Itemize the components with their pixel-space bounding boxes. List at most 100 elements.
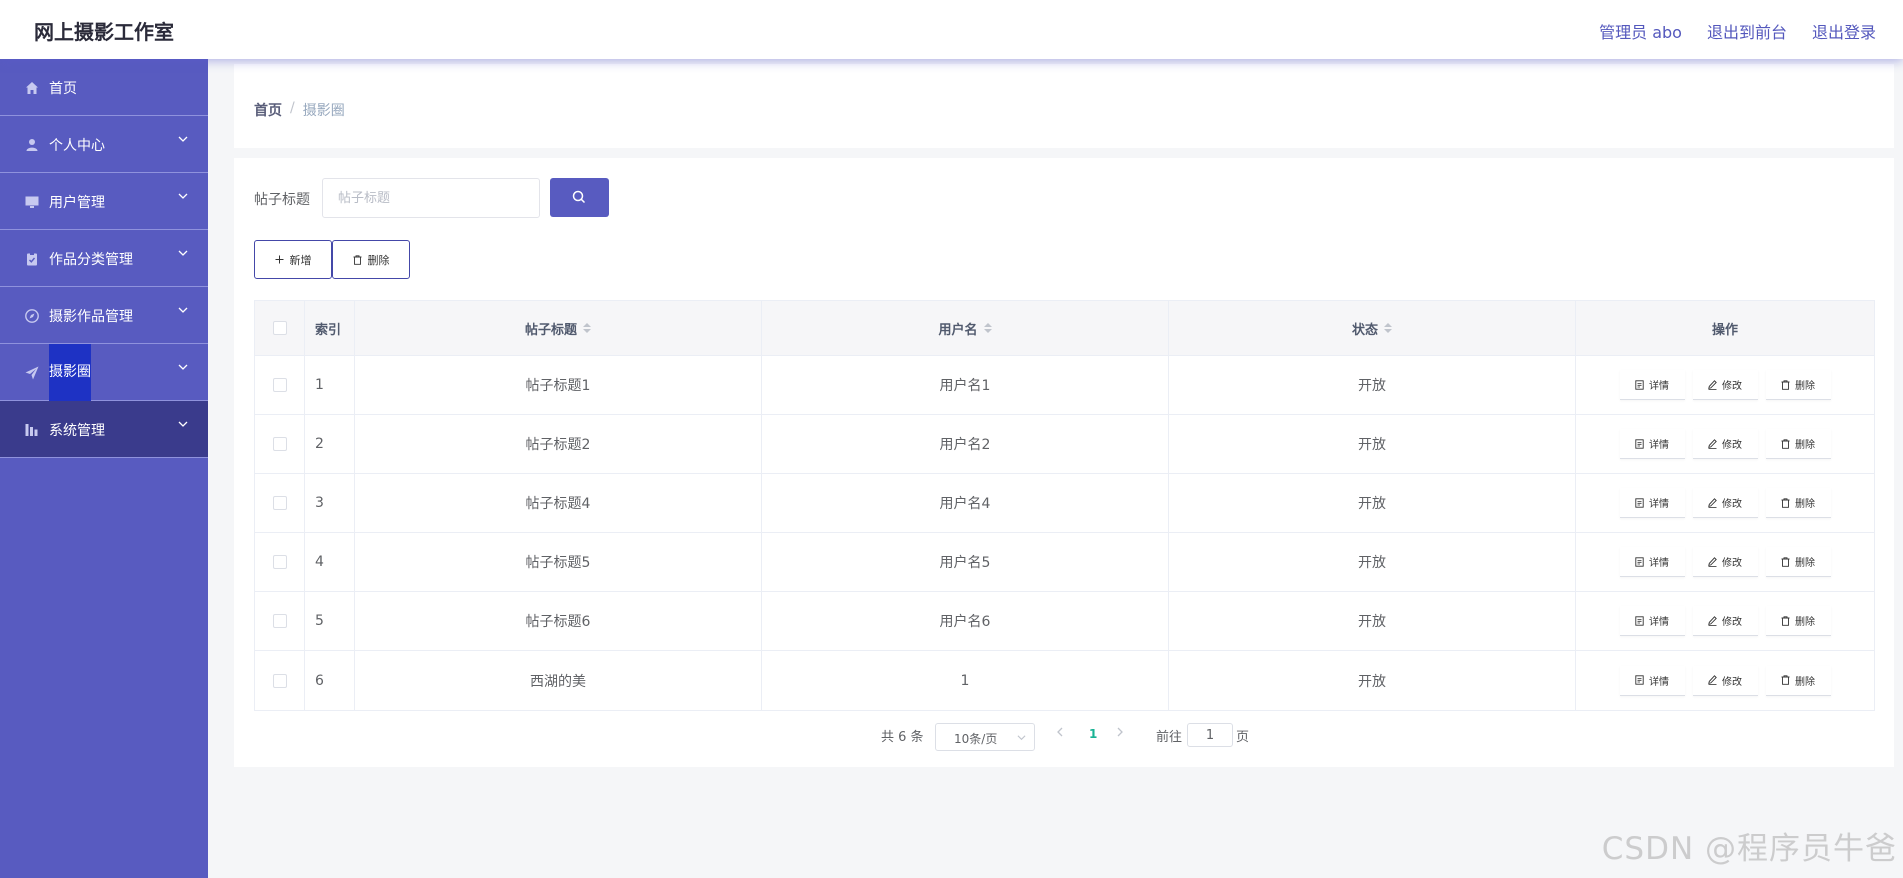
trash-icon <box>1781 497 1790 508</box>
add-button[interactable]: 新增 <box>254 240 332 279</box>
search-input[interactable] <box>322 178 540 218</box>
table-row: 2 帖子标题2 用户名2 开放 详情 修改 删除 <box>255 415 1874 474</box>
pencil-icon <box>1708 438 1717 449</box>
chevron-down-icon <box>178 364 188 370</box>
detail-button[interactable]: 详情 <box>1619 547 1685 577</box>
sidebar-item-photo-circle[interactable]: 摄影圈 <box>0 344 208 401</box>
logout-link[interactable]: 退出登录 <box>1812 19 1876 43</box>
next-page-button[interactable] <box>1116 726 1124 741</box>
cell-status: 开放 <box>1169 415 1576 473</box>
cell-title: 帖子标题6 <box>355 592 762 650</box>
cell-index: 2 <box>305 415 355 473</box>
plus-icon <box>275 255 283 264</box>
document-icon <box>1635 556 1644 567</box>
row-checkbox-cell <box>255 474 305 532</box>
edit-button[interactable]: 修改 <box>1692 547 1758 577</box>
edit-button[interactable]: 修改 <box>1692 488 1758 518</box>
batch-delete-button-label: 删除 <box>367 253 390 267</box>
table-row: 6 西湖的美 1 开放 详情 修改 删除 <box>255 651 1874 710</box>
cell-username: 用户名5 <box>762 533 1169 591</box>
detail-button-label: 详情 <box>1649 676 1669 688</box>
header-status-label: 状态 <box>1351 322 1378 338</box>
home-icon <box>26 82 38 94</box>
header-checkbox-cell <box>255 301 305 355</box>
edit-button[interactable]: 修改 <box>1692 429 1758 459</box>
page-number-current[interactable]: 1 <box>1089 727 1097 741</box>
cell-status: 开放 <box>1169 356 1576 414</box>
header-actions: 操作 <box>1711 322 1738 338</box>
goto-label: 前往 <box>1156 730 1183 745</box>
trash-icon <box>1781 615 1790 626</box>
sort-icon[interactable] <box>983 323 992 333</box>
delete-button[interactable]: 删除 <box>1765 370 1831 400</box>
search-label: 帖子标题 <box>254 192 310 208</box>
header-username[interactable]: 用户名 <box>762 301 1169 355</box>
row-checkbox[interactable] <box>272 673 287 688</box>
exit-to-frontend-link[interactable]: 退出到前台 <box>1707 19 1787 43</box>
detail-button-label: 详情 <box>1649 499 1669 510</box>
detail-button[interactable]: 详情 <box>1619 429 1685 459</box>
app-title: 网上摄影工作室 <box>34 20 174 44</box>
sidebar-item-system-management[interactable]: 系统管理 <box>0 401 208 458</box>
pagination-total: 共 6 条 <box>881 730 924 745</box>
row-checkbox[interactable] <box>272 555 287 569</box>
header-status[interactable]: 状态 <box>1169 301 1576 355</box>
monitor-icon <box>25 196 39 208</box>
sidebar-item-works-management[interactable]: 摄影作品管理 <box>0 287 208 344</box>
table-header-row: 索引 帖子标题 用户名 状态 操作 <box>255 301 1874 356</box>
detail-button[interactable]: 详情 <box>1619 488 1685 518</box>
trash-icon <box>1781 675 1790 685</box>
delete-button-label: 删除 <box>1795 617 1815 628</box>
sort-icon[interactable] <box>1384 323 1392 333</box>
cell-status: 开放 <box>1169 651 1576 710</box>
delete-button-label: 删除 <box>1795 499 1815 510</box>
sidebar-item-category-management[interactable]: 作品分类管理 <box>0 230 208 287</box>
sidebar-item-label: 个人中心 <box>49 138 105 154</box>
cell-username: 用户名6 <box>762 592 1169 650</box>
header-links: 管理员 abo 退出到前台 退出登录 <box>1599 19 1876 43</box>
detail-button[interactable]: 详情 <box>1619 665 1685 696</box>
edit-button[interactable]: 修改 <box>1692 370 1758 400</box>
sidebar-item-personal-center[interactable]: 个人中心 <box>0 116 208 173</box>
search-button[interactable] <box>550 178 609 217</box>
delete-button[interactable]: 删除 <box>1765 547 1831 577</box>
row-checkbox[interactable] <box>272 496 287 510</box>
prev-page-button[interactable] <box>1056 726 1064 741</box>
batch-delete-button[interactable]: 删除 <box>332 240 410 279</box>
detail-button[interactable]: 详情 <box>1619 370 1685 400</box>
delete-button[interactable]: 删除 <box>1765 665 1831 696</box>
cell-actions: 详情 修改 删除 <box>1576 474 1874 532</box>
chevron-right-icon <box>1117 727 1123 737</box>
cell-actions: 详情 修改 删除 <box>1576 533 1874 591</box>
edit-button[interactable]: 修改 <box>1692 665 1758 696</box>
cell-username: 用户名2 <box>762 415 1169 473</box>
row-checkbox[interactable] <box>272 378 287 392</box>
sidebar-item-label: 作品分类管理 <box>49 252 133 268</box>
goto-page-input[interactable] <box>1187 723 1233 747</box>
detail-button-label: 详情 <box>1649 558 1669 569</box>
clipboard-icon <box>27 252 37 266</box>
detail-button[interactable]: 详情 <box>1619 606 1685 636</box>
select-all-checkbox[interactable] <box>272 321 287 335</box>
breadcrumb-card: 首页 / 摄影圈 <box>234 64 1894 148</box>
breadcrumb-home[interactable]: 首页 <box>254 100 282 120</box>
admin-user-link[interactable]: 管理员 abo <box>1599 19 1682 43</box>
page-size-select[interactable]: 10条/页 <box>935 723 1035 751</box>
row-checkbox[interactable] <box>272 614 287 628</box>
document-icon <box>1635 615 1644 626</box>
cell-index: 6 <box>305 651 355 710</box>
cell-title: 西湖的美 <box>355 651 762 710</box>
delete-button-label: 删除 <box>1795 440 1815 451</box>
sort-icon[interactable] <box>583 323 591 333</box>
row-checkbox[interactable] <box>272 437 287 451</box>
edit-button[interactable]: 修改 <box>1692 606 1758 636</box>
sidebar-item-user-management[interactable]: 用户管理 <box>0 173 208 230</box>
trash-icon <box>1781 556 1790 567</box>
delete-button[interactable]: 删除 <box>1765 429 1831 459</box>
cell-username: 用户名4 <box>762 474 1169 532</box>
delete-button[interactable]: 删除 <box>1765 606 1831 636</box>
sidebar-item-home[interactable]: 首页 <box>0 59 208 116</box>
delete-button[interactable]: 删除 <box>1765 488 1831 518</box>
header-title[interactable]: 帖子标题 <box>355 301 762 355</box>
edit-button-label: 修改 <box>1722 499 1742 510</box>
